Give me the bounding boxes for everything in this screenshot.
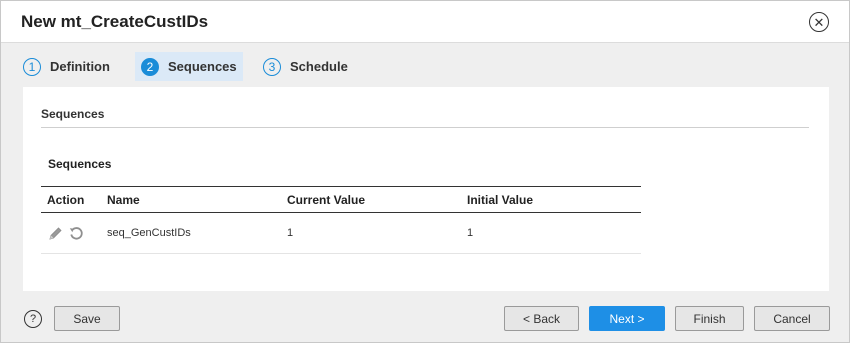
step-number-icon: 2 [141, 57, 159, 76]
column-header-name: Name [107, 192, 140, 207]
cancel-button[interactable]: Cancel [754, 306, 830, 331]
section-header: Sequences [41, 107, 809, 128]
wizard-steps: 1 Definition 2 Sequences 3 Schedule [1, 43, 849, 87]
close-icon[interactable]: ✕ [809, 12, 829, 32]
step-label: Definition [50, 59, 110, 74]
initial-value-cell: 1 [461, 212, 641, 254]
reset-icon[interactable] [68, 225, 85, 242]
help-icon[interactable]: ? [24, 310, 42, 328]
step-label: Sequences [168, 59, 237, 74]
step-sequences[interactable]: 2 Sequences [135, 52, 243, 81]
column-header-initial-value: Initial Value [467, 192, 534, 207]
column-header-action: Action [47, 192, 85, 207]
back-button[interactable]: < Back [504, 306, 579, 331]
sequences-table: Action Name Current Value Initial Value [41, 186, 641, 254]
sequence-name-cell: seq_GenCustIDs [101, 212, 281, 254]
finish-button[interactable]: Finish [675, 306, 744, 331]
save-button[interactable]: Save [54, 306, 120, 331]
dialog: New mt_CreateCustIDs ✕ 1 Definition 2 Se… [0, 0, 850, 343]
footer: ? Save < Back Next > Finish Cancel [1, 293, 849, 342]
step-schedule[interactable]: 3 Schedule [263, 52, 348, 81]
table-row: seq_GenCustIDs 1 1 [41, 212, 641, 254]
content-panel: Sequences Sequences Action Name Current … [23, 87, 829, 291]
step-number-icon: 3 [263, 57, 281, 76]
edit-pencil-icon[interactable] [47, 225, 64, 242]
table-header-row: Action Name Current Value Initial Value [41, 186, 641, 213]
step-number-icon: 1 [23, 57, 41, 76]
step-label: Schedule [290, 59, 348, 74]
action-cell [41, 212, 101, 254]
title-bar: New mt_CreateCustIDs ✕ [1, 1, 849, 43]
current-value-cell: 1 [281, 212, 461, 254]
next-button[interactable]: Next > [589, 306, 665, 331]
table-title: Sequences [48, 157, 112, 171]
step-definition[interactable]: 1 Definition [23, 52, 110, 81]
column-header-current-value: Current Value [287, 192, 366, 207]
dialog-title: New mt_CreateCustIDs [21, 12, 209, 31]
